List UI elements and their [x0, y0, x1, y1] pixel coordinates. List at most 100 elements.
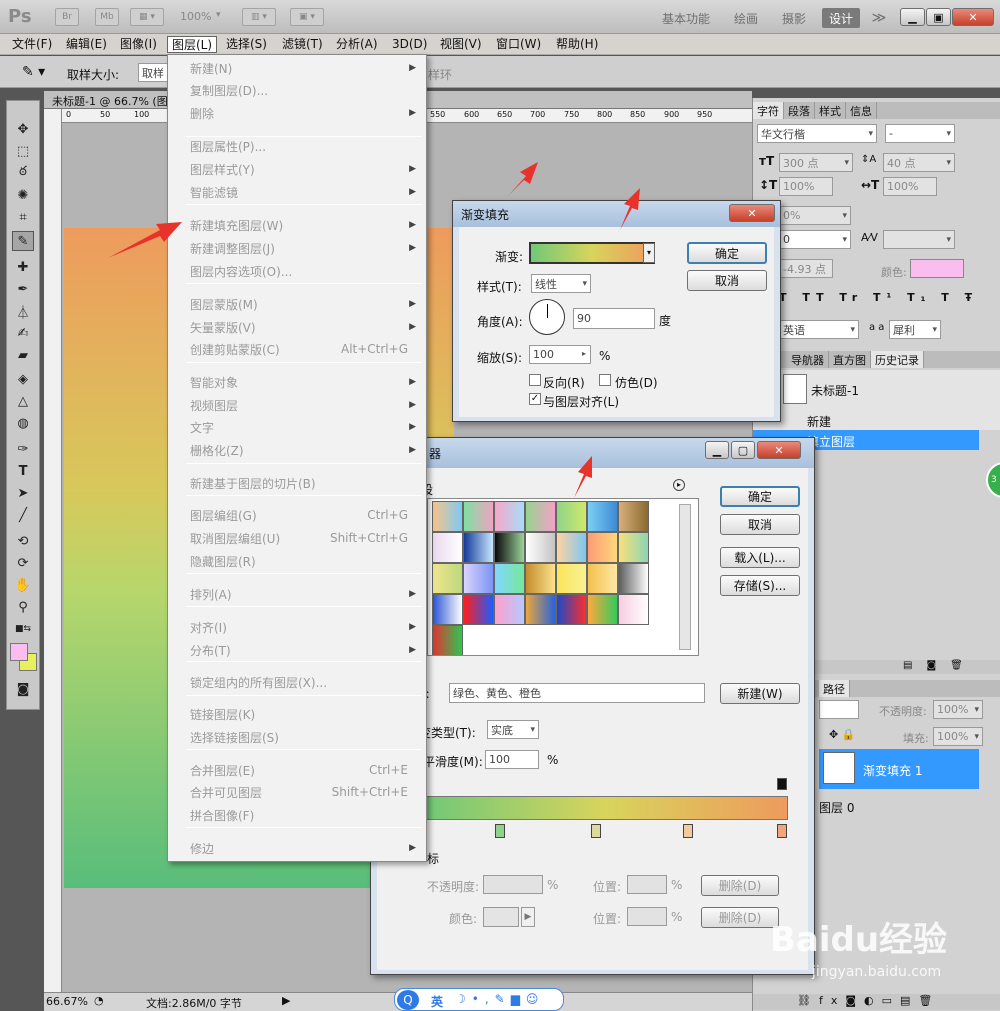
- layer-menu-item[interactable]: 合并可见图层 Shift+Ctrl+E: [168, 781, 426, 803]
- layer-menu-item[interactable]: 选择链接图层(S): [168, 726, 426, 748]
- layer-menu-item[interactable]: 隐藏图层(R): [168, 550, 426, 572]
- gradient-preset-swatch[interactable]: [618, 501, 649, 532]
- scale-stepper-icon[interactable]: ▸: [577, 345, 591, 364]
- stop-opacity-field[interactable]: [483, 875, 543, 894]
- bridge-button[interactable]: Br: [55, 8, 79, 26]
- tab-paragraph[interactable]: 段落: [784, 102, 815, 119]
- text-color-swatch[interactable]: [910, 259, 964, 278]
- style-select[interactable]: 线性: [531, 274, 591, 293]
- gradient-preset-swatch[interactable]: [463, 532, 494, 563]
- blend-mode-select[interactable]: [819, 700, 859, 719]
- gradient-preset-swatch[interactable]: [618, 594, 649, 625]
- quick-mask-icon[interactable]: ◙: [12, 679, 34, 699]
- gradient-preset-swatch[interactable]: [432, 563, 463, 594]
- layer-menu-item[interactable]: 文字 ▶: [168, 416, 426, 438]
- gradient-picker-dropdown-icon[interactable]: ▾: [643, 243, 655, 263]
- layer-menu-item[interactable]: 合并图层(E) Ctrl+E: [168, 759, 426, 781]
- layer-menu-item[interactable]: 修边 ▶: [168, 837, 426, 859]
- screen-mode-button[interactable]: ▣ ▾: [290, 8, 324, 26]
- gradient-preset-swatch[interactable]: [432, 625, 463, 655]
- tracking-select[interactable]: [883, 230, 955, 249]
- zoom-level[interactable]: 100%: [180, 10, 211, 23]
- lock-icons[interactable]: ✥ 🔒: [829, 728, 855, 741]
- hand-tool-icon[interactable]: ✋: [12, 575, 34, 595]
- eyedropper-tool-icon[interactable]: ✎: [12, 231, 34, 251]
- save-button[interactable]: 存储(S)...: [720, 575, 800, 596]
- baseline-shift-field[interactable]: -4.93 点: [779, 259, 833, 278]
- stop-color-swatch[interactable]: [483, 907, 519, 927]
- mini-bridge-button[interactable]: Mb: [95, 8, 119, 26]
- status-menu-arrow-icon[interactable]: ▶: [282, 994, 290, 1007]
- gradient-preset-swatch[interactable]: [618, 563, 649, 594]
- layer-menu-item[interactable]: 新建(N) ▶: [168, 57, 426, 79]
- leading-field[interactable]: 40 点: [883, 153, 955, 172]
- editor-close-button[interactable]: ✕: [757, 441, 801, 459]
- layer-menu-item[interactable]: 图层蒙版(M) ▶: [168, 293, 426, 315]
- gradient-preset-swatch[interactable]: [587, 594, 618, 625]
- layer-menu-item[interactable]: 矢量蒙版(V) ▶: [168, 316, 426, 338]
- gradient-preset-swatch[interactable]: [587, 532, 618, 563]
- new-gradient-button[interactable]: 新建(W): [720, 683, 800, 704]
- gradient-type-select[interactable]: 实底: [487, 720, 539, 739]
- blur-tool-icon[interactable]: △: [12, 391, 34, 411]
- gradient-preset-swatch[interactable]: [432, 532, 463, 563]
- layer-menu-item[interactable]: 删除 ▶: [168, 102, 426, 124]
- line-tool-icon[interactable]: ╱: [12, 505, 34, 525]
- tab-history[interactable]: 历史记录: [871, 351, 924, 368]
- layers-footer-icon[interactable]: ⛓fx◙◐▭▤🗑: [797, 994, 940, 1007]
- type-tool-icon[interactable]: T: [12, 461, 34, 481]
- gradient-preset-swatch[interactable]: [525, 594, 556, 625]
- font-size-field[interactable]: 300 点: [779, 153, 853, 172]
- sample-size-select[interactable]: 取样: [138, 63, 170, 82]
- layer-menu-item[interactable]: 图层属性(P)...: [168, 135, 426, 157]
- gradient-preset-swatch[interactable]: [432, 594, 463, 625]
- zoom-tool-icon[interactable]: ⚲: [12, 597, 34, 617]
- minimize-button[interactable]: ▁: [900, 8, 925, 26]
- more-workspaces-icon[interactable]: ≫: [868, 8, 890, 28]
- anti-alias-select[interactable]: 犀利: [889, 320, 941, 339]
- tab-histogram[interactable]: 直方图: [829, 351, 871, 368]
- editor-minimize-button[interactable]: ▁: [705, 441, 729, 459]
- gradient-preset-swatch[interactable]: [463, 563, 494, 594]
- layer-menu-item[interactable]: 图层内容选项(O)...: [168, 260, 426, 282]
- color-stop[interactable]: [591, 824, 601, 838]
- smoothness-field[interactable]: 100: [485, 750, 539, 769]
- menu-image[interactable]: 图像(I): [116, 36, 161, 53]
- stop-opacity-position-field[interactable]: [627, 875, 667, 894]
- gradient-fill-close-button[interactable]: ✕: [729, 204, 775, 222]
- tracking-field[interactable]: 0%: [779, 206, 851, 225]
- gradient-preset-swatch[interactable]: [463, 594, 494, 625]
- menu-file[interactable]: 文件(F): [8, 36, 56, 53]
- editor-cancel-button[interactable]: 取消: [720, 514, 800, 535]
- crop-tool-icon[interactable]: ⌗: [12, 207, 34, 227]
- editor-maximize-button[interactable]: ▢: [731, 441, 755, 459]
- presets-menu-icon[interactable]: ▸: [673, 479, 685, 491]
- layers-footer-icons[interactable]: ⛓fx◙◐▭▤🗑: [753, 994, 1000, 1010]
- move-tool-icon[interactable]: ✥: [12, 119, 34, 139]
- gradient-preset-swatch[interactable]: [556, 594, 587, 625]
- gradient-preset-swatch[interactable]: [525, 532, 556, 563]
- arrange-documents-button[interactable]: ▥ ▾: [242, 8, 276, 26]
- gradient-preset-swatch[interactable]: [587, 563, 618, 594]
- menu-3d[interactable]: 3D(D): [388, 36, 431, 53]
- workspace-essentials[interactable]: 基本功能: [656, 8, 716, 28]
- ime-language[interactable]: 英: [431, 993, 443, 1010]
- menu-select[interactable]: 选择(S): [222, 36, 271, 53]
- color-stop[interactable]: [495, 824, 505, 838]
- opacity-stop[interactable]: [777, 778, 787, 790]
- kerning-field[interactable]: 0: [779, 230, 851, 249]
- tab-navigator[interactable]: 导航器: [787, 351, 829, 368]
- history-brush-tool-icon[interactable]: ✍: [12, 323, 34, 343]
- language-select[interactable]: 英语: [779, 320, 859, 339]
- status-zoom[interactable]: 66.67%: [46, 995, 88, 1008]
- layer-menu-item[interactable]: 新建调整图层(J) ▶: [168, 237, 426, 259]
- fill-field[interactable]: 100%: [933, 727, 983, 746]
- layer-menu-item[interactable]: 分布(T) ▶: [168, 639, 426, 661]
- quick-select-tool-icon[interactable]: ✺: [12, 185, 34, 205]
- gradient-preset-swatch[interactable]: [556, 563, 587, 594]
- vertical-scale-field[interactable]: 100%: [779, 177, 833, 196]
- eraser-tool-icon[interactable]: ▰: [12, 345, 34, 365]
- layer-menu-item[interactable]: 对齐(I) ▶: [168, 616, 426, 638]
- ime-tool-icons[interactable]: ☽•,✎▆☺: [455, 992, 544, 1006]
- menu-window[interactable]: 窗口(W): [492, 36, 545, 53]
